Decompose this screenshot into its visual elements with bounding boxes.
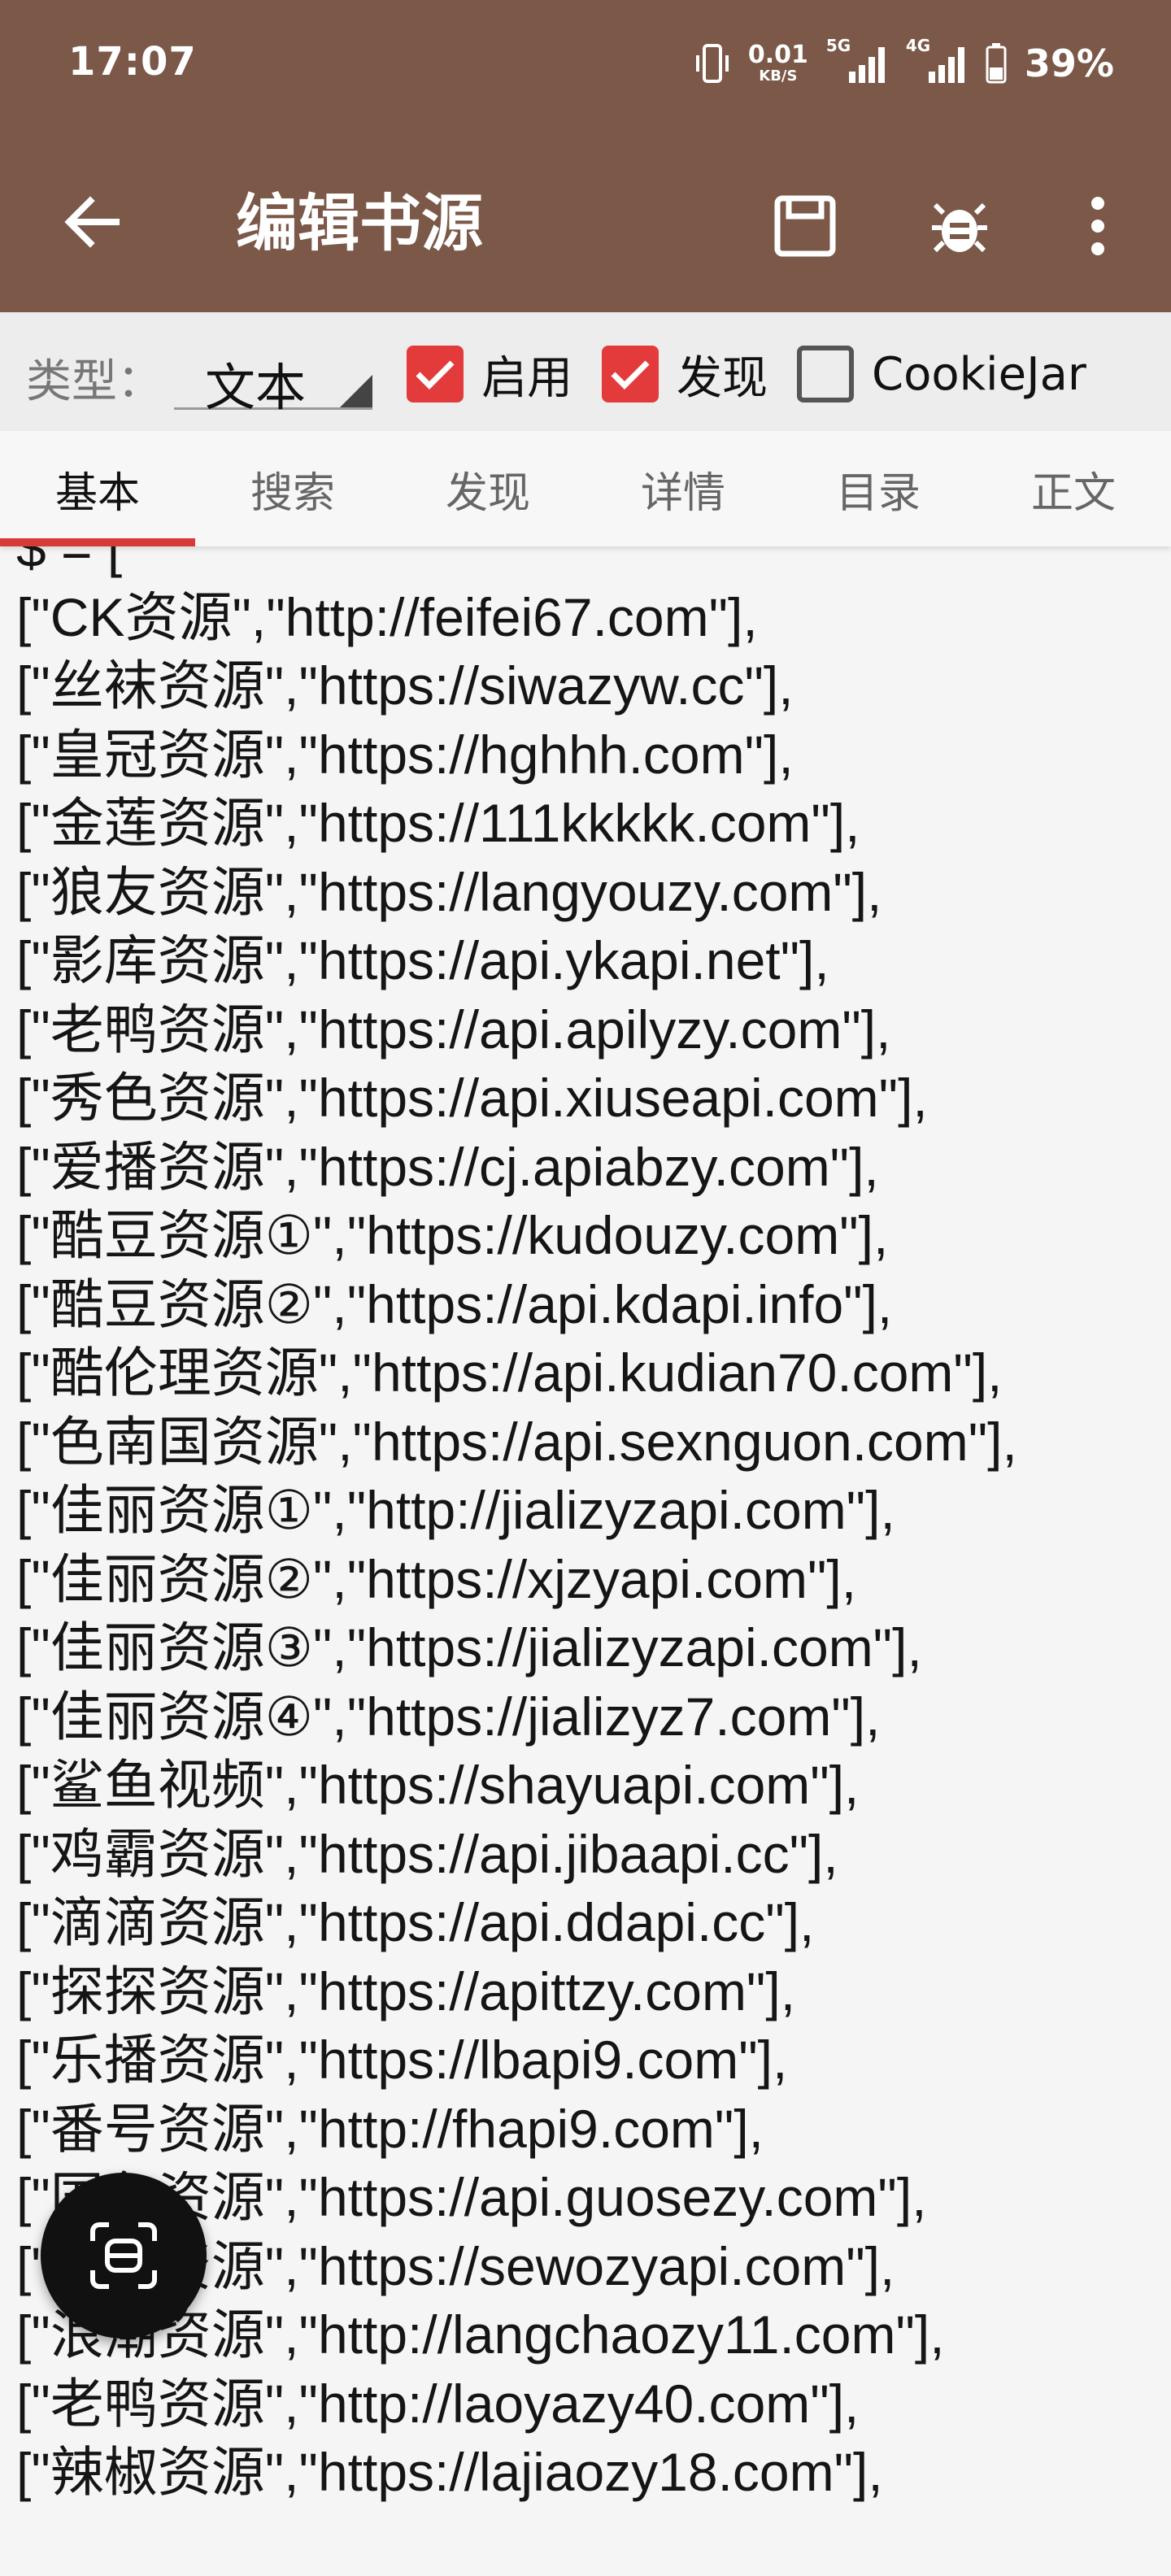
code-line: ["老鸭资源","http://laoyazy40.com"], (16, 2373, 860, 2434)
code-line: ["CK资源","http://feifei67.com"], (16, 586, 758, 647)
code-line: ["丝袜资源","https://siwazyw.cc"], (16, 655, 794, 716)
code-line: ["佳丽资源②","https://xjzyapi.com"], (16, 1548, 857, 1609)
bug-icon (932, 202, 987, 253)
net-speed-unit: KB/S (759, 67, 798, 85)
status-time: 17:07 (68, 39, 197, 85)
sim1-label: 5G (825, 36, 851, 55)
code-line: $ = [ (16, 546, 123, 578)
sim2-label: 4G (905, 36, 931, 55)
vibrate-icon (694, 41, 730, 86)
tab-discover[interactable]: 发现 (390, 431, 586, 546)
net-speed: 0.01 KB/S (748, 43, 808, 84)
cookiejar-checkbox[interactable]: CookieJar (797, 342, 1086, 407)
code-line: ["番号资源","http://fhapi9.com"], (16, 2098, 764, 2159)
page-title: 编辑书源 (236, 187, 483, 259)
net-speed-value: 0.01 (747, 41, 808, 69)
code-line: ["影库资源","https://api.ykapi.net"], (16, 930, 829, 990)
code-line: ["探探资源","https://apittzy.com"], (16, 1960, 796, 2021)
debug-button[interactable] (919, 185, 1000, 267)
save-button[interactable] (764, 185, 846, 267)
code-line: ["鲨鱼视频","https://shayuapi.com"], (16, 1755, 860, 1815)
tab-basic[interactable]: 基本 (0, 431, 195, 546)
enable-checkbox-label: 启用 (481, 351, 572, 405)
back-arrow-icon (64, 196, 120, 248)
code-line: ["酷伦理资源","https://api.kudian70.com"], (16, 1342, 1003, 1403)
code-line: ["酷豆资源①","https://kudouzy.com"], (16, 1205, 889, 1265)
back-button[interactable] (55, 185, 128, 259)
type-label: 类型： (26, 355, 163, 408)
checkbox-unchecked-icon (797, 346, 854, 402)
battery-icon (986, 43, 1007, 84)
code-line: ["金莲资源","https://111kkkkk.com"], (16, 793, 860, 853)
code-line: ["秀色资源","https://api.xiuseapi.com"], (16, 1068, 928, 1128)
code-line: ["皇冠资源","https://hghhh.com"], (16, 724, 794, 785)
type-dropdown-value: 文本 (205, 358, 307, 417)
app-header: 17:07 0.01 KB/S 5G 4G 39% 编辑书源 (0, 0, 1171, 312)
save-icon (774, 195, 836, 257)
discover-checkbox-label: 发现 (677, 351, 768, 405)
dropdown-triangle-icon (340, 375, 372, 407)
tab-detail[interactable]: 详情 (586, 431, 781, 546)
code-line: ["佳丽资源①","http://jializyzapi.com"], (16, 1480, 895, 1540)
more-options-button[interactable] (1065, 185, 1130, 267)
tab-indicator (0, 538, 195, 546)
type-dropdown[interactable]: 文本 (174, 332, 372, 417)
tab-bar: 基本 搜索 发现 详情 目录 正文 (0, 431, 1171, 546)
code-line: ["爱播资源","https://cj.apiabzy.com"], (16, 1136, 879, 1197)
status-icons: 0.01 KB/S 5G 4G 39% (694, 36, 1114, 89)
code-line: ["乐播资源","https://lbapi9.com"], (16, 2030, 788, 2090)
code-line: ["酷豆资源②","https://api.kdapi.info"], (16, 1273, 893, 1334)
code-line: ["佳丽资源③","https://jializyzapi.com"], (16, 1617, 922, 1677)
code-line: ["色南国资源","https://api.sexnguon.com"], (16, 1411, 1017, 1472)
tab-search[interactable]: 搜索 (195, 431, 390, 546)
code-line: ["鸡霸资源","https://api.jibaapi.cc"], (16, 1823, 838, 1884)
signal-4g-icon: 4G (906, 36, 968, 86)
code-line: ["老鸭资源","https://api.apilyzy.com"], (16, 999, 891, 1060)
tab-toc[interactable]: 目录 (781, 431, 976, 546)
checkbox-checked-icon (602, 346, 659, 402)
checkbox-checked-icon (407, 346, 464, 402)
options-row: 类型： 文本 启用 发现 CookieJar (0, 312, 1171, 431)
code-line: ["滴滴资源","https://api.ddapi.cc"], (16, 1892, 815, 1952)
enable-checkbox[interactable]: 启用 (407, 342, 572, 407)
scan-icon (90, 2222, 157, 2289)
signal-5g-icon: 5G (826, 36, 888, 86)
discover-checkbox[interactable]: 发现 (602, 342, 768, 407)
cookiejar-checkbox-label: CookieJar (872, 347, 1086, 401)
code-line: ["辣椒资源","https://lajiaozy18.com"], (16, 2442, 883, 2502)
tab-content[interactable]: 正文 (976, 431, 1171, 546)
code-line: ["佳丽资源④","https://jializyz7.com"], (16, 1686, 881, 1747)
battery-percent: 39% (1024, 41, 1114, 85)
scan-fab-button[interactable] (41, 2173, 207, 2339)
code-line: ["狼友资源","https://langyouzy.com"], (16, 861, 882, 922)
more-vert-icon (1091, 197, 1104, 255)
